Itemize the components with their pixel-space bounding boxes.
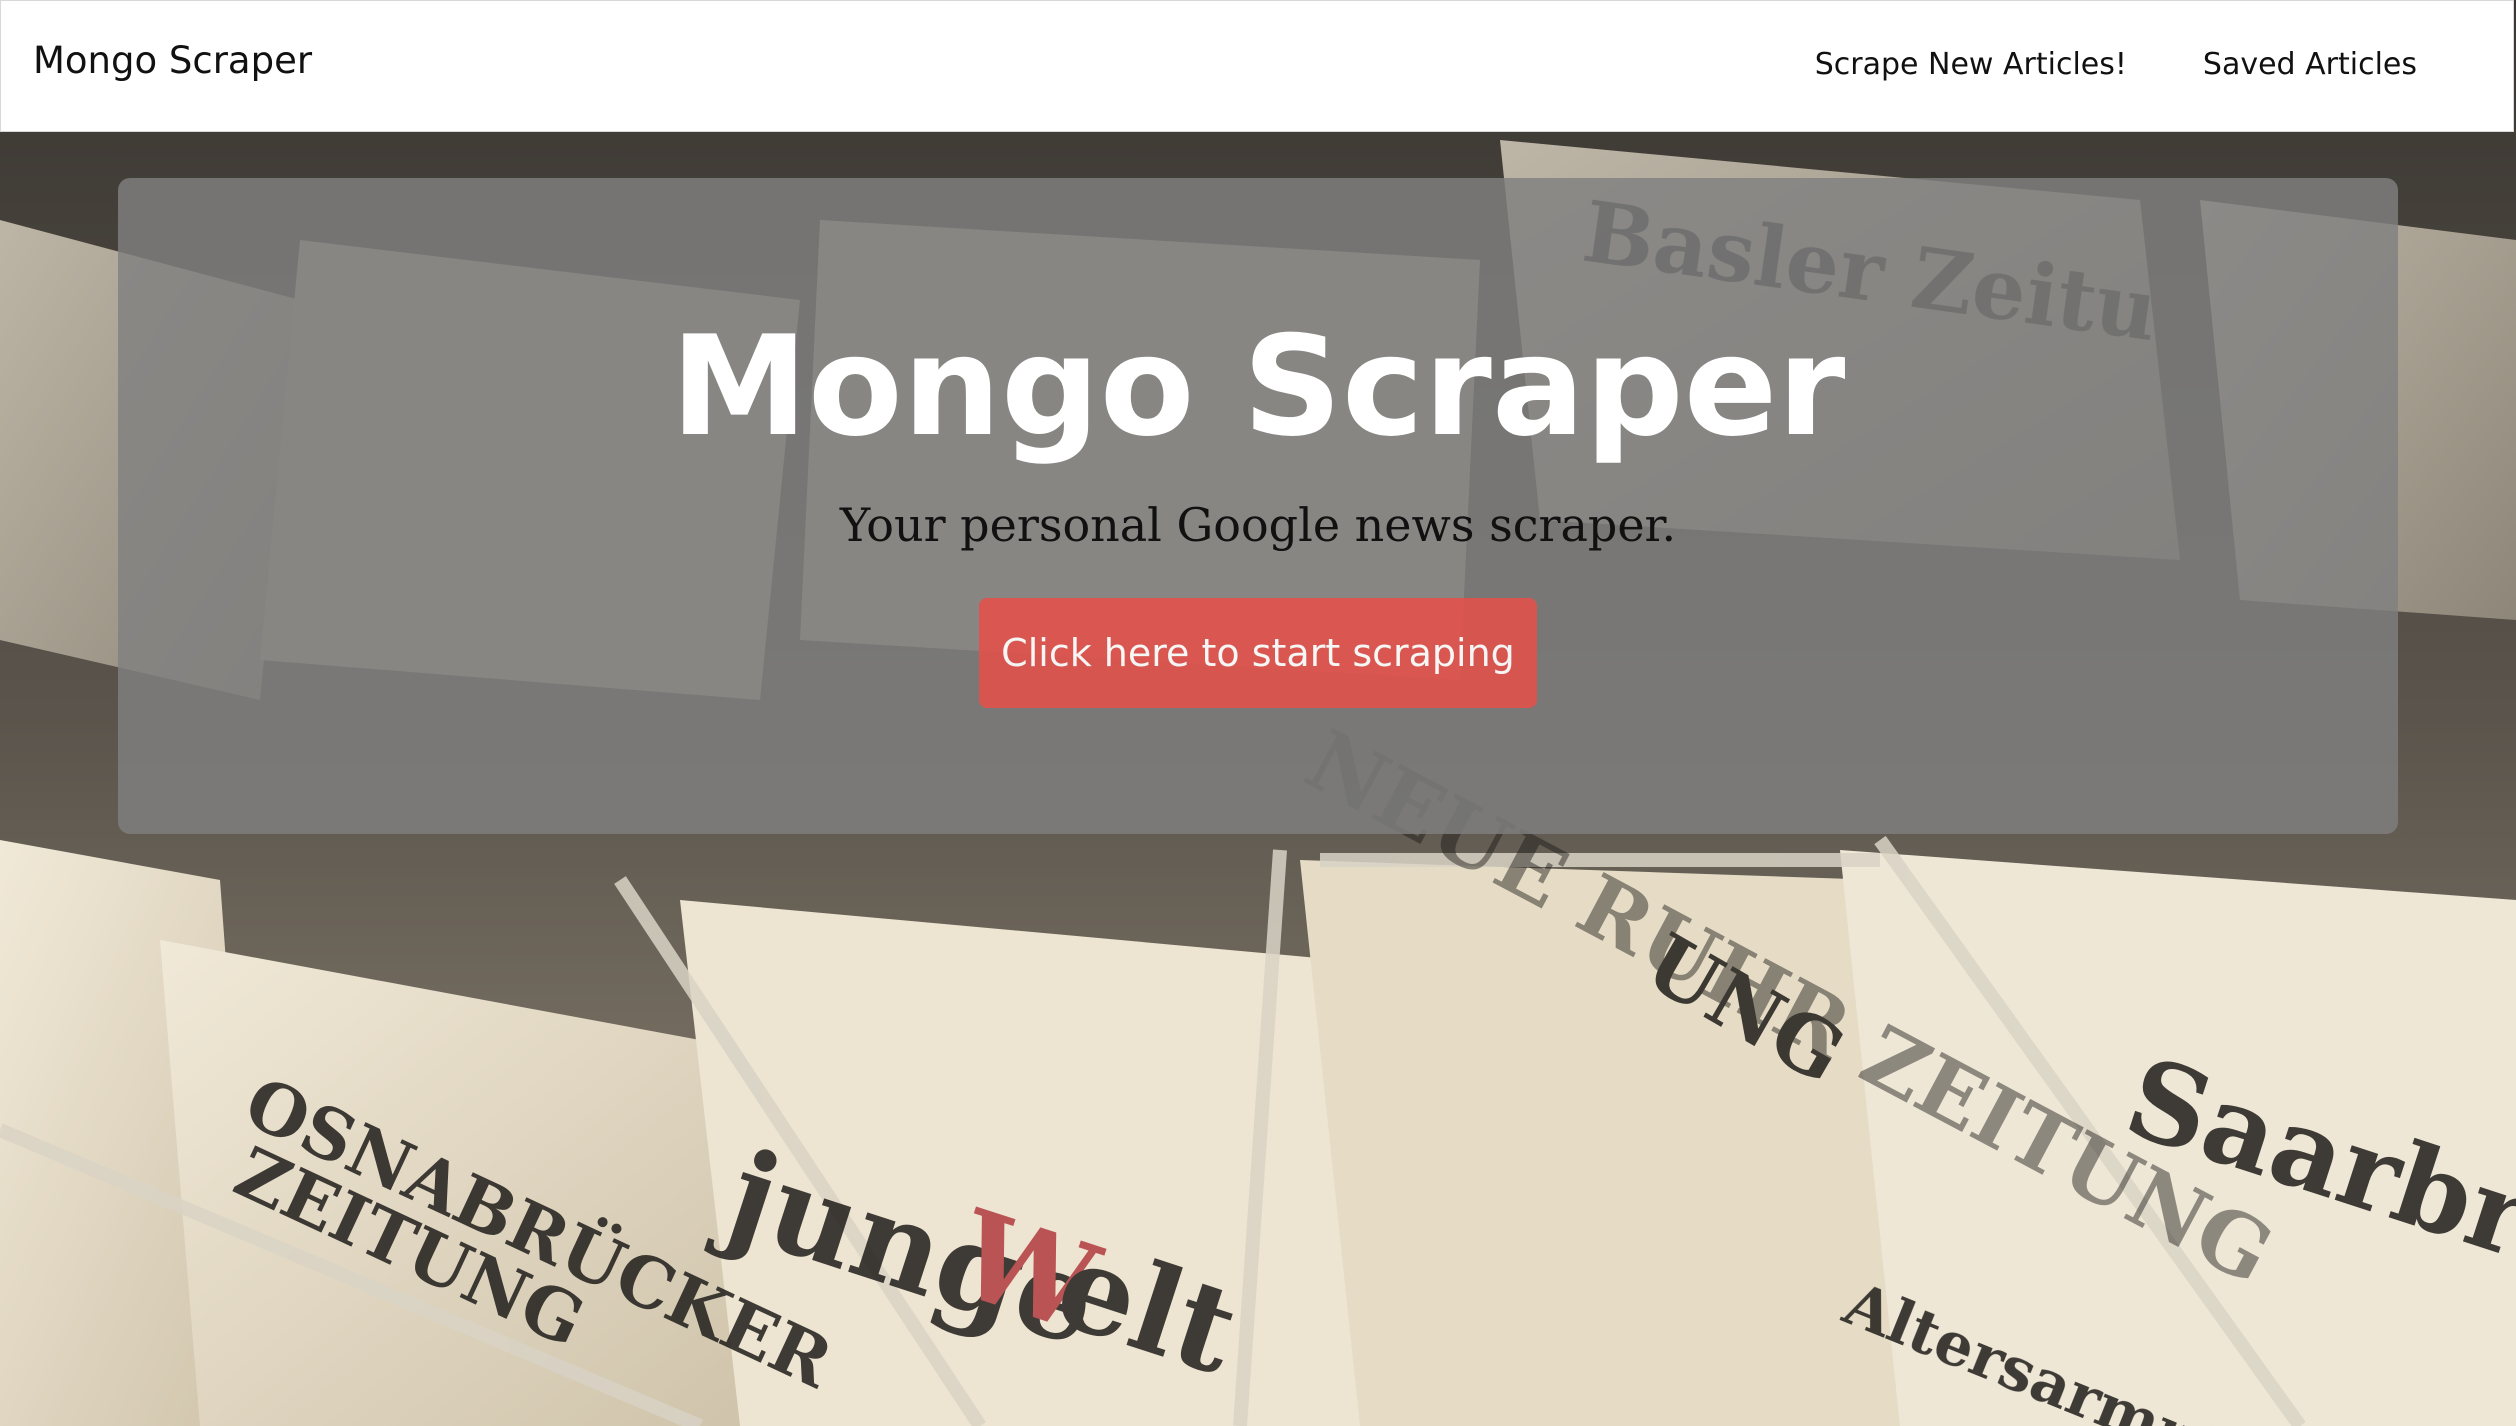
jumbotron-title: Mongo Scraper [670,306,1846,467]
navbar-brand[interactable]: Mongo Scraper [33,39,312,82]
saved-articles-link[interactable]: Saved Articles [2203,47,2417,82]
navbar-links: Scrape New Articles! Saved Articles [1815,47,2417,82]
scrape-new-articles-link[interactable]: Scrape New Articles! [1815,47,2127,82]
start-scraping-button[interactable]: Click here to start scraping [979,598,1537,708]
page: Basler Zeitu NEUE RUHR ZEITUNG junge W e… [0,0,2516,1426]
jumbotron: Mongo Scraper Your personal Google news … [118,178,2398,834]
jumbotron-subtitle: Your personal Google news scraper. [839,498,1677,552]
navbar: Mongo Scraper Scrape New Articles! Saved… [0,0,2514,132]
